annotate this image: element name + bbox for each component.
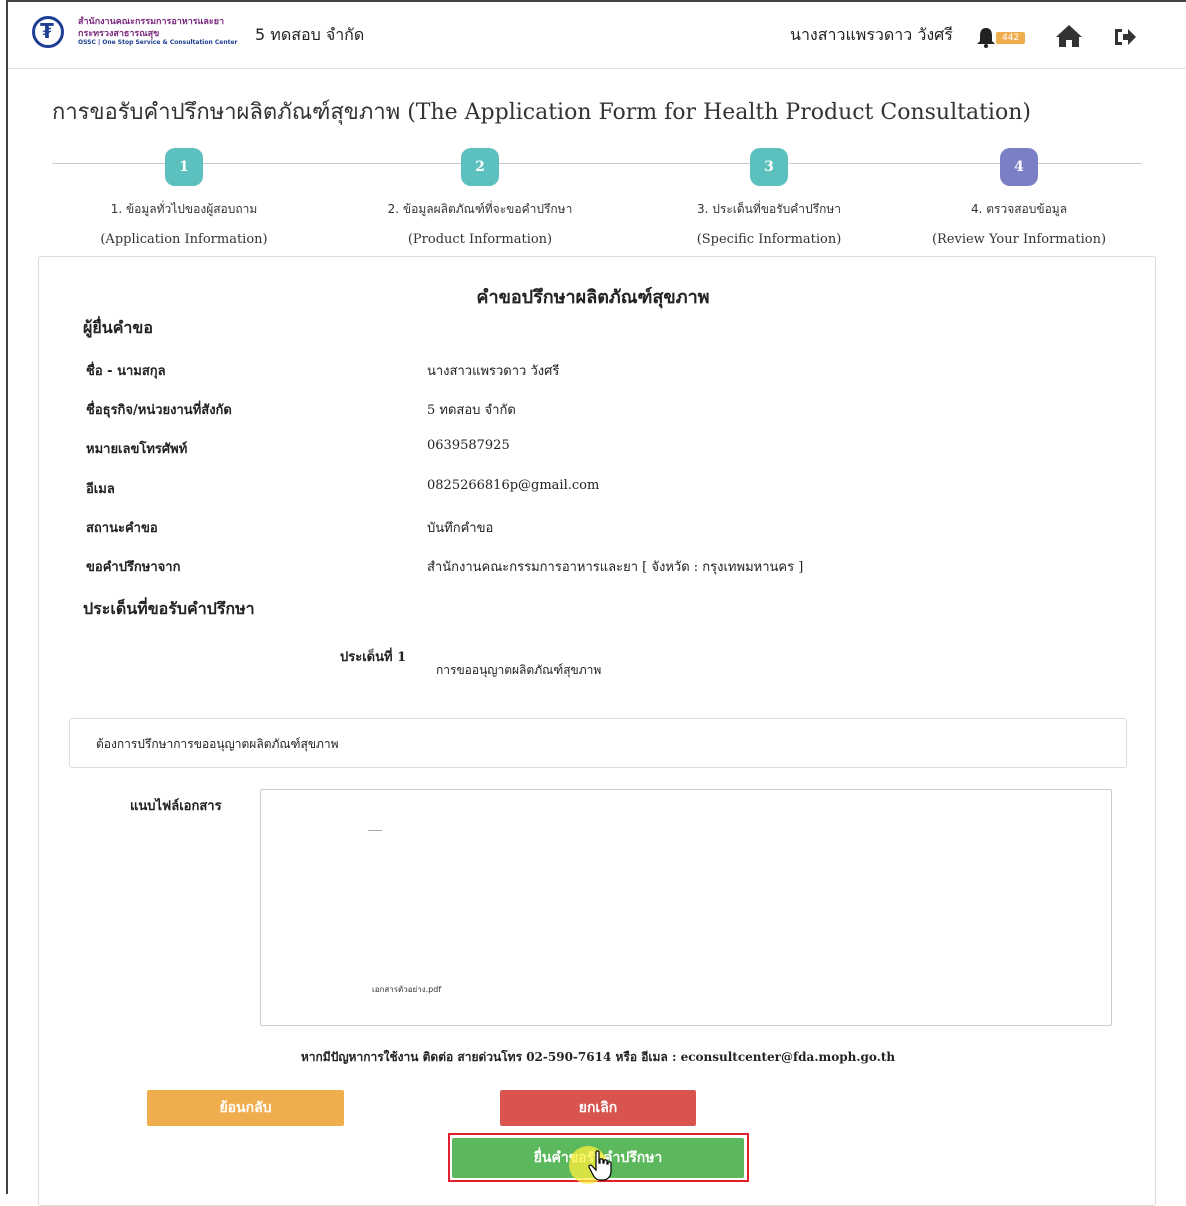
attach-label: แนบไฟล์เอกสาร	[130, 799, 222, 814]
step-1[interactable]: 1 1. ข้อมูลทั่วไปของผู้สอบถาม (Applicati…	[34, 148, 334, 247]
consult-from-label: ขอคำปรึกษาจาก	[86, 560, 181, 575]
business-value: 5 ทดสอบ จำกัด	[427, 403, 516, 418]
topic-label: ประเด็นที่ 1	[340, 650, 407, 665]
page-title: การขอรับคำปรึกษาผลิตภัณฑ์สุขภาพ (The App…	[52, 100, 1031, 125]
user-name[interactable]: นางสาวแพรวดาว วังศรี	[790, 23, 953, 48]
step-2[interactable]: 2 2. ข้อมูลผลิตภัณฑ์ที่จะขอคำปรึกษา (Pro…	[330, 148, 630, 247]
hand-cursor-icon	[588, 1150, 612, 1181]
fda-logo[interactable]: สำนักงานคณะกรรมการอาหารและยา กระทรวงสาธา…	[30, 10, 240, 56]
card-title: คำขอปรึกษาผลิตภัณฑ์สุขภาพ	[476, 287, 710, 308]
status-value: บันทึกคำขอ	[427, 521, 494, 536]
attachment-filename[interactable]: เอกสารตัวอย่าง.pdf	[372, 983, 441, 996]
email-label: อีเมล	[86, 482, 115, 497]
status-label: สถานะคำขอ	[86, 521, 158, 536]
phone-value: 0639587925	[427, 438, 510, 453]
step-number: 1	[165, 148, 203, 186]
logout-icon[interactable]	[1113, 26, 1137, 48]
fda-logo-icon	[32, 16, 64, 48]
topics-heading: ประเด็นที่ขอรับคำปรึกษา	[83, 599, 255, 618]
step-label-en: (Application Information)	[100, 232, 268, 247]
topic-value: การขออนุญาตผลิตภัณฑ์สุขภาพ	[436, 663, 602, 677]
business-label: ชื่อธุรกิจ/หน่วยงานที่สังกัด	[86, 403, 232, 418]
step-number: 4	[1000, 148, 1038, 186]
back-button[interactable]: ย้อนกลับ	[147, 1090, 344, 1126]
step-label-en: (Product Information)	[407, 232, 553, 247]
cancel-button[interactable]: ยกเลิก	[500, 1090, 696, 1126]
step-label-th: 4. ตรวจสอบข้อมูล	[970, 202, 1068, 216]
notification-badge[interactable]: 442	[996, 32, 1026, 44]
step-label-en: (Review Your Information)	[931, 232, 1107, 247]
applicant-heading: ผู้ยื่นคำขอ	[83, 318, 153, 337]
home-icon[interactable]	[1055, 24, 1083, 48]
phone-label: หมายเลขโทรศัพท์	[86, 442, 188, 457]
logo-line2: กระทรวงสาธารณสุข	[78, 29, 160, 39]
contact-info: หากมีปัญหาการใช้งาน ติดต่อ สายด่วนโทร 02…	[300, 1050, 896, 1064]
name-label: ชื่อ - นามสกุล	[86, 364, 166, 379]
step-label-th: 1. ข้อมูลทั่วไปของผู้สอบถาม	[110, 202, 258, 216]
email-value: 0825266816p@gmail.com	[427, 478, 600, 493]
logo-line3: OSSC | One Stop Service & Consultation C…	[78, 39, 238, 46]
bell-icon[interactable]	[975, 26, 997, 48]
company-name: 5 ทดสอบ จำกัด	[255, 25, 365, 44]
name-value: นางสาวแพรวดาว วังศรี	[427, 364, 560, 379]
step-label-th: 2. ข้อมูลผลิตภัณฑ์ที่จะขอคำปรึกษา	[387, 202, 573, 216]
step-number: 2	[461, 148, 499, 186]
step-number: 3	[750, 148, 788, 186]
file-thumbnail[interactable]	[368, 830, 382, 831]
step-4[interactable]: 4 4. ตรวจสอบข้อมูล (Review Your Informat…	[869, 148, 1169, 247]
detail-text: ต้องการปรึกษาการขออนุญาตผลิตภัณฑ์สุขภาพ	[96, 737, 339, 751]
consult-from-value: สำนักงานคณะกรรมการอาหารและยา [ จังหวัด :…	[427, 560, 804, 575]
